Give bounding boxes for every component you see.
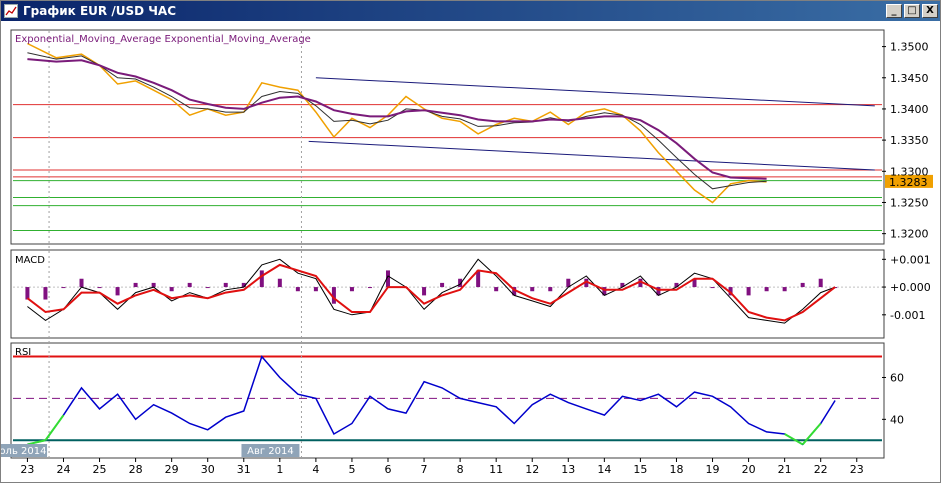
date-tick-label: 29 [165, 463, 179, 476]
date-tick-label: 4 [312, 463, 319, 476]
macd-histogram-bar [277, 278, 282, 288]
macd-histogram-bar [79, 278, 84, 288]
date-tick-label: 28 [129, 463, 143, 476]
date-tick-label: 31 [237, 463, 251, 476]
month-badge-label: Авг 2014 [247, 446, 294, 457]
macd-histogram-bar [818, 278, 823, 288]
macd-histogram-bar [187, 282, 192, 288]
macd-histogram-bar [223, 282, 228, 288]
macd-tick-label: -0.001 [890, 309, 925, 322]
macd-histogram-bar [151, 282, 156, 288]
macd-histogram-bar [43, 287, 48, 300]
macd-histogram-bar [115, 287, 120, 296]
price-tick-label: 1.3250 [890, 196, 929, 209]
rsi-indicator-label: RSI [15, 347, 31, 358]
macd-histogram-bar [367, 287, 372, 289]
macd-histogram-bar [422, 287, 427, 296]
date-tick-label: 8 [457, 463, 464, 476]
chart-window: График EUR /USD ЧАС _ □ X 1.3283 Exponent… [0, 0, 941, 483]
price-tick-label: 1.3200 [890, 228, 929, 241]
macd-histogram-bar [133, 282, 138, 288]
rsi-tick-label: 60 [890, 371, 904, 384]
date-tick-label: 12 [525, 463, 539, 476]
macd-histogram-bar [205, 287, 210, 289]
macd-histogram-bar [169, 287, 174, 292]
date-tick-label: 23 [850, 463, 864, 476]
rsi-tick-label: 40 [890, 413, 904, 426]
macd-histogram-bar [746, 287, 751, 296]
window-title: График EUR /USD ЧАС [23, 4, 177, 18]
macd-histogram-bar [530, 287, 535, 292]
date-tick-label: 14 [597, 463, 611, 476]
maximize-button[interactable]: □ [904, 4, 920, 18]
macd-histogram-bar [440, 282, 445, 288]
date-tick-label: 24 [56, 463, 70, 476]
date-tick-label: 5 [348, 463, 355, 476]
macd-histogram-bar [259, 270, 264, 288]
price-tick-label: 1.3300 [890, 165, 929, 178]
price-panel[interactable] [10, 29, 885, 245]
macd-histogram-bar [313, 287, 318, 292]
macd-histogram-bar [97, 287, 102, 289]
macd-histogram-bar [548, 287, 553, 292]
date-tick-label: 6 [385, 463, 392, 476]
title-bar[interactable]: График EUR /USD ЧАС _ □ X [1, 1, 940, 21]
date-tick-label: 22 [814, 463, 828, 476]
date-tick-label: 15 [633, 463, 647, 476]
date-tick-label: 21 [778, 463, 792, 476]
macd-histogram-bar [494, 287, 499, 292]
macd-histogram-bar [25, 287, 30, 300]
date-tick-label: 18 [669, 463, 683, 476]
date-tick-label: 11 [489, 463, 503, 476]
macd-histogram-bar [61, 287, 66, 289]
close-button[interactable]: X [922, 4, 938, 18]
chart-area[interactable]: 1.3283Exponential_Moving_Average Exponen… [1, 21, 940, 482]
macd-histogram-bar [782, 287, 787, 292]
date-tick-label: 20 [742, 463, 756, 476]
macd-histogram-bar [295, 287, 300, 292]
date-tick-label: 19 [706, 463, 720, 476]
chart-window-icon [4, 4, 18, 18]
price-tick-label: 1.3450 [890, 72, 929, 85]
date-tick-label: 7 [421, 463, 428, 476]
date-tick-label: 25 [93, 463, 107, 476]
macd-histogram-bar [349, 287, 354, 292]
date-tick-label: 1 [276, 463, 283, 476]
minimize-button[interactable]: _ [886, 4, 902, 18]
macd-indicator-label: MACD [15, 255, 45, 266]
macd-histogram-bar [800, 282, 805, 288]
macd-histogram-bar [764, 287, 769, 292]
price-tick-label: 1.3350 [890, 134, 929, 147]
price-tick-label: 1.3400 [890, 103, 929, 116]
macd-tick-label: +0.000 [890, 281, 931, 294]
macd-histogram-bar [710, 287, 715, 289]
ema-indicator-label: Exponential_Moving_Average Exponential_M… [15, 34, 311, 45]
price-tick-label: 1.3500 [890, 41, 929, 54]
date-tick-label: 23 [20, 463, 34, 476]
macd-tick-label: +0.001 [890, 253, 931, 266]
date-tick-label: 30 [201, 463, 215, 476]
date-tick-label: 13 [561, 463, 575, 476]
month-badge-label: Июль 2014 [1, 446, 46, 457]
